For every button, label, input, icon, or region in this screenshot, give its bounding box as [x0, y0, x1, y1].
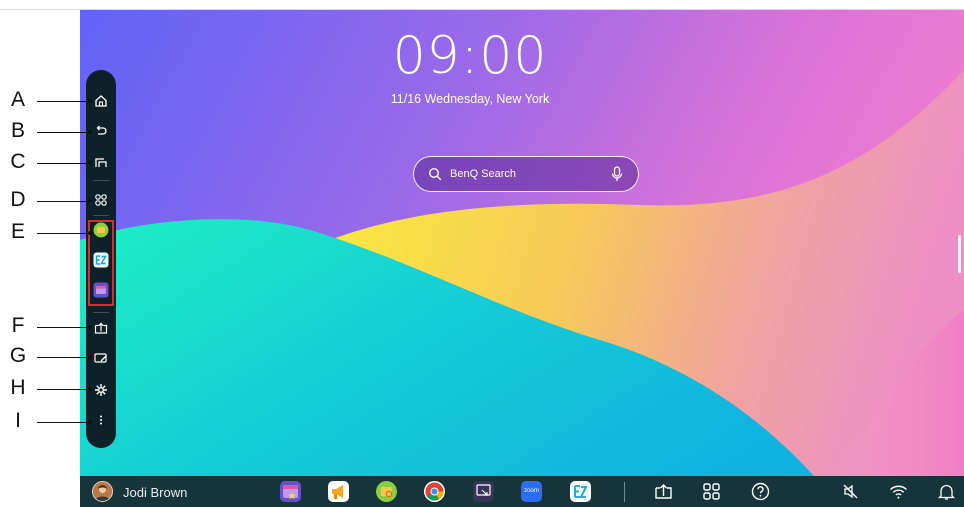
folder-icon [381, 487, 393, 498]
search-bar[interactable]: BenQ Search [413, 156, 639, 192]
clock-date: 11/16 Wednesday, New York [390, 92, 550, 106]
callout-line-h [37, 389, 90, 390]
tools-icon[interactable] [93, 382, 109, 398]
notification-bell-icon[interactable] [936, 481, 957, 502]
recent-apps-icon[interactable] [93, 154, 109, 170]
callout-dot-c [88, 161, 92, 165]
callout-line-d [37, 201, 90, 202]
callout-line-i [37, 422, 90, 423]
toolbar-separator [93, 180, 109, 181]
all-apps-icon[interactable] [93, 192, 109, 208]
taskbar: Jodi Brown zoom [80, 476, 964, 507]
search-icon [428, 167, 442, 181]
help-icon[interactable] [750, 481, 771, 502]
side-toolbar [86, 70, 116, 448]
megaphone-icon [332, 485, 343, 499]
side-panel-handle[interactable] [958, 235, 961, 273]
zoom-logo-text: zoom [524, 488, 539, 494]
callout-line-a [37, 101, 90, 102]
user-name: Jodi Brown [123, 485, 188, 500]
callout-dot-d [88, 199, 92, 203]
callout-label-h: H [10, 376, 26, 399]
callout-dot-h [88, 387, 92, 391]
avatar-photo-icon [93, 482, 112, 501]
chrome-app-button[interactable] [424, 481, 445, 502]
callout-label-i: I [15, 409, 21, 432]
whiteboard-icon[interactable] [93, 350, 109, 366]
zoom-app-button[interactable]: zoom [521, 481, 542, 502]
callout-line-c [37, 163, 90, 164]
callout-line-b [37, 132, 90, 133]
callout-line-f [37, 327, 90, 328]
callout-label-g: G [9, 344, 27, 367]
display-screen: 09:00 11/16 Wednesday, New York BenQ Sea… [80, 10, 964, 507]
toolbar-separator [93, 312, 109, 313]
gallery-app-icon [283, 485, 298, 500]
callout-label-a: A [10, 88, 25, 111]
taskbar-separator [624, 482, 625, 502]
chrome-icon [425, 482, 444, 501]
gallery-app-icon[interactable] [93, 282, 109, 298]
cast-app-button[interactable] [473, 481, 494, 502]
more-options-icon[interactable] [93, 412, 109, 428]
back-icon[interactable] [93, 123, 109, 139]
callout-dot-a [88, 99, 92, 103]
callout-line-g [37, 357, 90, 358]
callout-dot-f [88, 325, 92, 329]
ez-write-app-icon[interactable] [93, 252, 109, 268]
apps-grid-icon[interactable] [701, 481, 722, 502]
ez-write-app-button[interactable] [570, 481, 591, 502]
callout-dot-e [88, 231, 92, 235]
callout-label-c: C [10, 150, 26, 173]
user-avatar[interactable] [92, 481, 113, 502]
home-icon[interactable] [93, 93, 109, 109]
announcement-app-button[interactable] [328, 481, 349, 502]
file-manager-app-icon[interactable] [93, 222, 109, 238]
callout-label-e: E [10, 220, 25, 243]
callout-dot-b [88, 130, 92, 134]
callout-label-f: F [11, 314, 25, 337]
file-manager-app-button[interactable] [376, 481, 397, 502]
screen-share-icon[interactable] [653, 481, 674, 502]
microphone-icon[interactable] [610, 166, 624, 182]
wifi-icon[interactable] [888, 481, 909, 502]
clock-time: 09:00 [392, 26, 548, 86]
callout-line-e [37, 233, 90, 234]
gallery-app-button[interactable] [280, 481, 301, 502]
ez-write-icon [572, 483, 589, 500]
screen-share-icon[interactable] [93, 320, 109, 336]
callout-dot-g [88, 355, 92, 359]
cast-screen-icon [476, 484, 491, 496]
callout-dot-i [88, 420, 92, 424]
search-placeholder: BenQ Search [450, 168, 517, 180]
callout-label-d: D [10, 188, 26, 211]
toolbar-separator [93, 215, 109, 216]
mute-icon[interactable] [840, 481, 861, 502]
callout-label-b: B [10, 119, 25, 142]
